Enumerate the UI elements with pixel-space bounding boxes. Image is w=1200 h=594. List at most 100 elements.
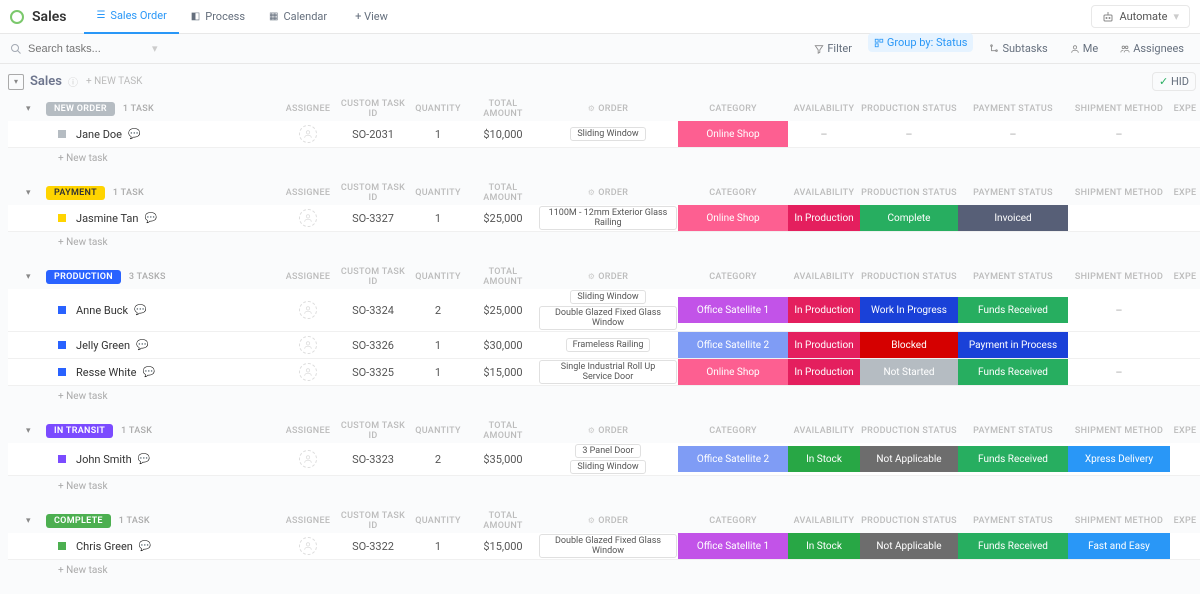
status-badge[interactable]: Office Satellite 1 <box>678 297 788 323</box>
col-shipment[interactable]: SHIPMENT METHOD <box>1068 426 1170 436</box>
col-assignee[interactable]: ASSIGNEE <box>278 426 338 436</box>
subtasks-button[interactable]: Subtasks <box>983 39 1053 58</box>
col-shipment[interactable]: SHIPMENT METHOD <box>1068 104 1170 114</box>
status-square[interactable] <box>58 368 66 376</box>
me-button[interactable]: Me <box>1064 39 1104 58</box>
col-production[interactable]: PRODUCTION STATUS <box>860 104 958 114</box>
chat-icon[interactable]: 💬 <box>128 129 140 140</box>
chat-icon[interactable]: 💬 <box>142 367 154 378</box>
status-badge[interactable]: Office Satellite 2 <box>678 446 788 472</box>
col-payment[interactable]: PAYMENT STATUS <box>958 188 1068 198</box>
status-badge[interactable]: In Production <box>788 205 860 231</box>
col-production[interactable]: PRODUCTION STATUS <box>860 426 958 436</box>
col-payment[interactable]: PAYMENT STATUS <box>958 272 1068 282</box>
task-name[interactable]: John Smith <box>76 453 132 466</box>
chat-icon[interactable]: 💬 <box>138 454 150 465</box>
order-chip[interactable]: Double Glazed Fixed Glass Window <box>539 534 677 558</box>
col-qty[interactable]: QUANTITY <box>408 272 468 282</box>
order-chip[interactable]: Single Industrial Roll Up Service Door <box>539 360 677 384</box>
status-square[interactable] <box>58 306 66 314</box>
order-chip[interactable]: 1100M - 12mm Exterior Glass Railing <box>539 206 677 230</box>
task-row[interactable]: Anne Buck 💬 SO-3324 2 $25,000 Sliding Wi… <box>8 289 1200 332</box>
task-name[interactable]: Resse White <box>76 366 136 379</box>
tab-sales-order[interactable]: ☰ Sales Order <box>84 0 178 34</box>
order-chip[interactable]: Sliding Window <box>570 127 645 141</box>
gear-icon[interactable]: ⚙ <box>588 104 595 113</box>
status-square[interactable] <box>58 341 66 349</box>
col-order[interactable]: ⚙ORDER <box>538 104 678 114</box>
col-order[interactable]: ⚙ORDER <box>538 188 678 198</box>
assignee-placeholder[interactable] <box>299 450 317 468</box>
chevron-down-icon[interactable]: ▾ <box>26 424 40 438</box>
col-production[interactable]: PRODUCTION STATUS <box>860 188 958 198</box>
col-assignee[interactable]: ASSIGNEE <box>278 188 338 198</box>
tab-process[interactable]: ◧ Process <box>179 0 257 34</box>
col-qty[interactable]: QUANTITY <box>408 104 468 114</box>
status-badge[interactable]: Invoiced <box>958 205 1068 231</box>
col-assignee[interactable]: ASSIGNEE <box>278 516 338 526</box>
col-shipment[interactable]: SHIPMENT METHOD <box>1068 516 1170 526</box>
task-row[interactable]: Resse White 💬 SO-3325 1 $15,000 Single I… <box>8 359 1200 386</box>
status-badge[interactable]: In Production <box>788 359 860 385</box>
task-row[interactable]: Jane Doe 💬 SO-2031 1 $10,000 Sliding Win… <box>8 121 1200 148</box>
col-production[interactable]: PRODUCTION STATUS <box>860 516 958 526</box>
col-custom-id[interactable]: CUSTOM TASK ID <box>338 267 408 287</box>
status-badge[interactable]: In Stock <box>788 533 860 559</box>
col-shipment[interactable]: SHIPMENT METHOD <box>1068 272 1170 282</box>
gear-icon[interactable]: ⚙ <box>588 516 595 525</box>
col-order[interactable]: ⚙ORDER <box>538 426 678 436</box>
status-badge[interactable]: Blocked <box>860 332 958 358</box>
status-badge[interactable]: Office Satellite 2 <box>678 332 788 358</box>
new-task-row[interactable]: + New task <box>8 560 1200 581</box>
col-payment[interactable]: PAYMENT STATUS <box>958 426 1068 436</box>
col-payment[interactable]: PAYMENT STATUS <box>958 516 1068 526</box>
status-badge[interactable]: In Stock <box>788 446 860 472</box>
col-expe[interactable]: EXPE <box>1170 272 1200 282</box>
assignee-placeholder[interactable] <box>299 209 317 227</box>
status-badge[interactable]: In Production <box>788 297 860 323</box>
col-qty[interactable]: QUANTITY <box>408 188 468 198</box>
new-task-row[interactable]: + New task <box>8 148 1200 169</box>
task-name[interactable]: Jane Doe <box>76 128 122 141</box>
search-box[interactable]: ▾ <box>10 42 158 55</box>
search-input[interactable] <box>28 43 148 55</box>
col-custom-id[interactable]: CUSTOM TASK ID <box>338 421 408 441</box>
chevron-down-icon[interactable]: ▾ <box>26 514 40 528</box>
col-custom-id[interactable]: CUSTOM TASK ID <box>338 511 408 531</box>
col-expe[interactable]: EXPE <box>1170 104 1200 114</box>
status-square[interactable] <box>58 130 66 138</box>
status-badge[interactable]: Work In Progress <box>860 297 958 323</box>
col-order[interactable]: ⚙ORDER <box>538 516 678 526</box>
group-status-pill[interactable]: PAYMENT <box>46 186 105 200</box>
tab-calendar[interactable]: ▦ Calendar <box>257 0 339 34</box>
new-task-top[interactable]: + NEW TASK <box>86 76 142 87</box>
task-row[interactable]: John Smith 💬 SO-3323 2 $35,000 3 Panel D… <box>8 443 1200 476</box>
assignee-placeholder[interactable] <box>299 363 317 381</box>
chat-icon[interactable]: 💬 <box>139 541 151 552</box>
status-badge[interactable]: Funds Received <box>958 446 1068 472</box>
chat-icon[interactable]: 💬 <box>145 213 157 224</box>
add-view-button[interactable]: + View <box>345 10 398 23</box>
col-category[interactable]: CATEGORY <box>678 426 788 436</box>
new-task-row[interactable]: + New task <box>8 476 1200 497</box>
chevron-down-icon[interactable]: ▾ <box>152 42 158 55</box>
status-badge[interactable]: Funds Received <box>958 533 1068 559</box>
group-status-pill[interactable]: IN TRANSIT <box>46 424 113 438</box>
status-badge[interactable]: Xpress Delivery <box>1068 446 1170 472</box>
task-row[interactable]: Jasmine Tan 💬 SO-3327 1 $25,000 1100M - … <box>8 205 1200 232</box>
group-status-pill[interactable]: PRODUCTION <box>46 270 121 284</box>
status-badge[interactable]: Payment in Process <box>958 332 1068 358</box>
status-badge[interactable]: In Production <box>788 332 860 358</box>
col-payment[interactable]: PAYMENT STATUS <box>958 104 1068 114</box>
col-shipment[interactable]: SHIPMENT METHOD <box>1068 188 1170 198</box>
col-qty[interactable]: QUANTITY <box>408 426 468 436</box>
order-chip[interactable]: Sliding Window <box>570 460 645 474</box>
task-row[interactable]: Chris Green 💬 SO-3322 1 $15,000 Double G… <box>8 533 1200 560</box>
col-category[interactable]: CATEGORY <box>678 272 788 282</box>
group-status-pill[interactable]: COMPLETE <box>46 514 111 528</box>
col-availability[interactable]: AVAILABILITY <box>788 188 860 198</box>
order-chip[interactable]: 3 Panel Door <box>575 444 640 458</box>
status-badge[interactable]: Complete <box>860 205 958 231</box>
col-total[interactable]: TOTAL AMOUNT <box>468 267 538 287</box>
col-category[interactable]: CATEGORY <box>678 516 788 526</box>
